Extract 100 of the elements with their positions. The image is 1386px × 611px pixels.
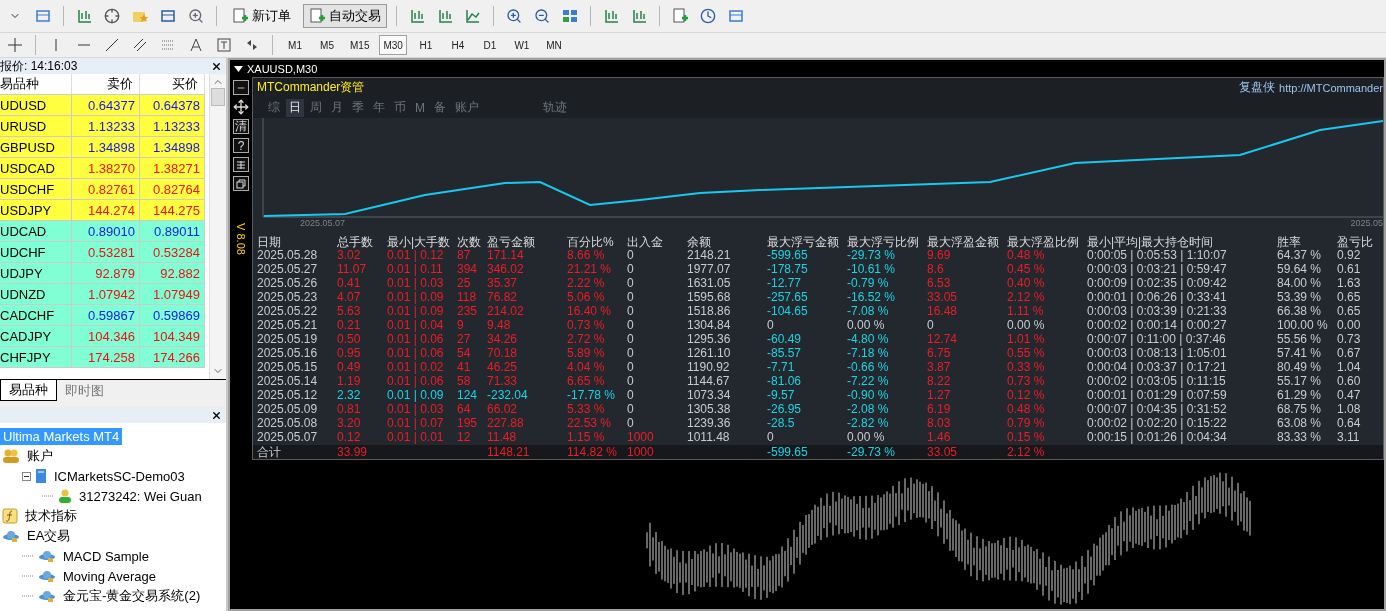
symbol-cell[interactable]: UDCHF (0, 242, 72, 263)
tool-button[interactable]: ? (233, 138, 249, 153)
scrollbar[interactable] (209, 74, 226, 379)
symbol-cell[interactable]: UDUSD (0, 95, 72, 116)
price-value: 0.89011 (153, 223, 200, 239)
column-header[interactable]: 买价 (140, 74, 205, 95)
table-cell: 0 (627, 290, 634, 304)
symbol-cell[interactable]: CADJPY (0, 326, 72, 347)
dropdown-icon[interactable] (234, 65, 243, 72)
view-tab[interactable]: 周 (307, 98, 325, 117)
tree-item[interactable]: 31273242: Wei Guan (76, 487, 205, 505)
scroll-thumb[interactable] (211, 88, 225, 106)
table-cell: 61.29 % (1277, 388, 1322, 402)
tree-item[interactable]: 账户 (24, 446, 56, 466)
price-value: 0.64377 (88, 97, 135, 113)
view-tab[interactable]: 年 (370, 98, 388, 117)
timeframe-button[interactable]: M5 (314, 35, 340, 55)
tree-item[interactable]: MACD Sample (60, 547, 152, 565)
table-cell: 6.65 % (567, 374, 605, 388)
view-tab[interactable]: M (412, 98, 428, 117)
tree-item[interactable]: 金元宝-黄金交易系统(2) (60, 586, 204, 606)
timeframe-button[interactable]: M15 (346, 35, 374, 55)
table-cell: 33.05 (927, 290, 958, 304)
timeframe-button[interactable]: H4 (444, 35, 471, 55)
symbol-cell[interactable]: CADCHF (0, 305, 72, 326)
price-value: 174.258 (88, 349, 135, 365)
view-tab[interactable]: 月 (328, 98, 346, 117)
table-cell: 2025.05.09 (257, 402, 318, 416)
view-tab[interactable]: 轨迹 (540, 98, 570, 117)
table-cell: 1631.05 (687, 276, 731, 290)
table-cell: 1261.10 (687, 346, 731, 360)
view-tab[interactable]: 币 (391, 98, 409, 117)
close-icon[interactable] (211, 409, 222, 421)
symbol-cell[interactable]: CHFJPY (0, 347, 72, 368)
website-link[interactable]: http://MTCommander (1279, 81, 1383, 94)
table-cell: 214.02 (487, 304, 524, 318)
volume-label: V 8.08 (235, 223, 247, 255)
symbol-cell[interactable]: GBPUSD (0, 137, 72, 158)
minimize-button[interactable] (233, 80, 249, 95)
table-cell: 0.01 | 0.06 (387, 346, 444, 360)
panel-title: MTCommander资管 (257, 79, 365, 96)
toolbar-button[interactable]: 新订单 (226, 4, 297, 28)
table-cell: 2.72 % (567, 332, 605, 346)
symbol-cell[interactable]: USDCAD (0, 158, 72, 179)
collapse-icon[interactable] (22, 471, 31, 481)
table-cell: 2.12 % (1007, 290, 1045, 304)
symbol-cell[interactable]: UDCAD (0, 221, 72, 242)
column-header: 最小|平均|最大持仓时间 (1087, 234, 1214, 248)
restore-button[interactable] (233, 176, 249, 191)
timeframe-button[interactable]: D1 (476, 35, 503, 55)
table-cell: 27 (457, 332, 471, 346)
close-icon[interactable] (211, 60, 222, 72)
price-value: 92.882 (160, 265, 200, 281)
column-header[interactable]: 易品种 (0, 74, 72, 95)
pane-tab[interactable]: 即时图 (57, 380, 112, 401)
tool-button[interactable]: 清 (233, 119, 249, 134)
symbol-cell[interactable]: UDJPY (0, 263, 72, 284)
price-value: 1.38270 (88, 160, 135, 176)
table-cell: 34.26 (487, 332, 518, 346)
tree-item[interactable]: EA交易 (24, 526, 74, 546)
table-cell: 8.66 % (567, 248, 605, 262)
pane-tab[interactable]: 易品种 (0, 380, 57, 401)
table-cell: -599.65 (767, 248, 808, 262)
price-value: 0.89010 (88, 223, 135, 239)
table-cell: 0:00:01 | 0:06:26 | 0:33:41 (1087, 290, 1227, 304)
table-cell: 0.45 % (1007, 262, 1045, 276)
symbol-cell[interactable]: UDNZD (0, 284, 72, 305)
view-tab[interactable]: 备 (431, 98, 449, 117)
table-cell: -0.90 % (847, 388, 889, 402)
table-cell: 3.11 (1337, 430, 1360, 444)
table-cell: 2025.05.26 (257, 276, 318, 290)
table-cell: 6.19 (927, 402, 951, 416)
view-tab[interactable]: 日 (286, 98, 304, 117)
table-cell: 1.19 (337, 374, 361, 388)
view-tab[interactable]: 综 (265, 98, 283, 117)
timeframe-button[interactable]: MN (540, 35, 567, 55)
toolbar-button[interactable]: 自动交易 (303, 4, 387, 28)
tree-item[interactable]: 技术指标 (22, 506, 80, 526)
column-header: 余额 (687, 234, 711, 248)
symbol-cell[interactable]: URUSD (0, 116, 72, 137)
function-icon (2, 508, 18, 524)
table-cell: 46.25 (487, 360, 518, 374)
view-tab[interactable]: 季 (349, 98, 367, 117)
timeframe-button[interactable]: H1 (412, 35, 439, 55)
table-cell: 53.39 % (1277, 290, 1322, 304)
tree-item[interactable]: Moving Average (60, 567, 159, 585)
table-cell: 0.67 (1337, 346, 1361, 360)
move-icon[interactable] (233, 99, 249, 115)
column-header[interactable]: 卖价 (72, 74, 140, 95)
table-cell: 0 (627, 388, 634, 402)
symbol-cell[interactable]: USDCHF (0, 179, 72, 200)
table-cell: 2025.05.27 (257, 262, 318, 276)
grid-button[interactable] (233, 157, 249, 172)
timeframe-button[interactable]: W1 (508, 35, 535, 55)
symbol-cell[interactable]: USDJPY (0, 200, 72, 221)
table-cell: 0.49 (337, 360, 361, 374)
view-tab[interactable]: 账户 (452, 98, 482, 117)
timeframe-button[interactable]: M30 (379, 35, 407, 55)
tree-item[interactable]: ICMarketsSC-Demo03 (51, 467, 188, 485)
timeframe-button[interactable]: M1 (282, 35, 308, 55)
